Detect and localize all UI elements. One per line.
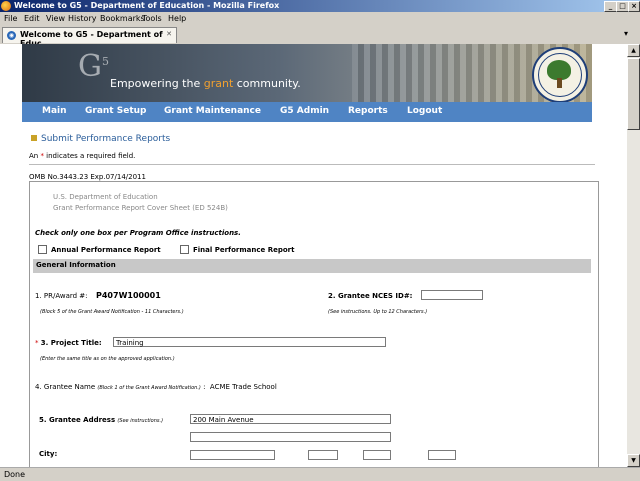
address-line1-input[interactable]: 200 Main Avenue [190,414,391,424]
window-titlebar: Welcome to G5 - Department of Education … [0,0,640,12]
main-nav: Main Grant Setup Grant Maintenance G5 Ad… [22,102,592,122]
g5-banner: G5 Empowering the grant community. [22,44,592,102]
seal-tree-icon [547,60,571,80]
grantee-address-label: 5. Grantee Address (See instructions.) [39,416,164,424]
tab-bar: ◉ Welcome to G5 - Department of Educ... … [0,25,640,48]
status-bar: Done [0,467,640,481]
grantee-name-row: 4. Grantee Name (Block 1 of the Grant Aw… [35,383,277,391]
close-button[interactable]: × [628,1,640,12]
nces-id-note: (See instructions. Up to 12 Characters.) [328,309,428,315]
zip-input[interactable] [363,450,391,460]
nav-main[interactable]: Main [42,106,67,116]
scroll-down-icon[interactable]: ▼ [627,454,640,467]
divider [29,164,595,165]
g5-logo: G5 [78,49,109,84]
project-title-note: (Enter the same title as on the approved… [40,356,175,362]
vertical-scrollbar[interactable]: ▲ ▼ [627,44,640,467]
general-info-header: General Information [33,259,591,273]
menu-tools[interactable]: Tools [142,14,162,23]
city-input[interactable] [190,450,275,460]
city-label: City: [39,450,58,458]
pr-award-value: P407W100001 [96,291,161,300]
form-box [29,181,599,467]
nces-id-input[interactable] [421,290,483,300]
menu-view[interactable]: View [46,14,65,23]
menu-file[interactable]: File [4,14,17,23]
menubar: File Edit View History Bookmarks Tools H… [0,12,640,25]
seal-trunk [557,78,562,88]
page-title: Submit Performance Reports [41,134,171,144]
nav-logout[interactable]: Logout [407,106,442,116]
nav-reports[interactable]: Reports [348,106,388,116]
menu-history[interactable]: History [68,14,96,23]
project-title-label: * 3. Project Title: [35,339,102,347]
address-line2-input[interactable] [190,432,391,442]
browser-tab[interactable]: ◉ Welcome to G5 - Department of Educ... … [2,27,177,48]
window-title: Welcome to G5 - Department of Education … [14,1,280,10]
ed-favicon-icon: ◉ [7,31,16,40]
nav-g5-admin[interactable]: G5 Admin [280,106,329,116]
menu-bookmarks[interactable]: Bookmarks [100,14,145,23]
menu-help[interactable]: Help [168,14,186,23]
scroll-thumb[interactable] [627,58,640,130]
required-note: An * indicates a required field. [29,152,136,160]
final-report-label: Final Performance Report [193,246,295,254]
scroll-up-icon[interactable]: ▲ [627,44,640,57]
page-viewport: G5 Empowering the grant community. Main … [0,44,627,467]
zip-ext-input[interactable] [428,450,456,460]
tab-close-icon[interactable]: ✕ [166,30,172,38]
dept-name: U.S. Department of Education [53,193,158,201]
annual-report-label: Annual Performance Report [51,246,161,254]
menu-edit[interactable]: Edit [24,14,40,23]
banner-tagline: Empowering the grant community. [110,77,301,90]
nav-grant-maintenance[interactable]: Grant Maintenance [164,106,261,116]
state-select[interactable] [308,450,338,460]
department-of-education-seal [532,47,588,102]
pr-award-label: 1. PR/Award #: [35,292,88,300]
pr-award-note: (Block 5 of the Grant Award Notification… [40,309,184,315]
project-title-input[interactable]: Training [113,337,386,347]
annual-report-checkbox[interactable] [38,245,47,254]
final-report-checkbox[interactable] [180,245,189,254]
instruction-text: Check only one box per Program Office in… [35,229,241,237]
firefox-icon [1,1,11,11]
omb-number: OMB No.3443.23 Exp.07/14/2011 [29,173,146,181]
nav-grant-setup[interactable]: Grant Setup [85,106,146,116]
section-bullet-icon [31,135,37,141]
status-text: Done [4,470,26,479]
form-title: Grant Performance Report Cover Sheet (ED… [53,204,228,212]
tab-list-arrow-icon[interactable]: ▾ [624,29,628,38]
nces-id-label: 2. Grantee NCES ID#: [328,292,413,300]
